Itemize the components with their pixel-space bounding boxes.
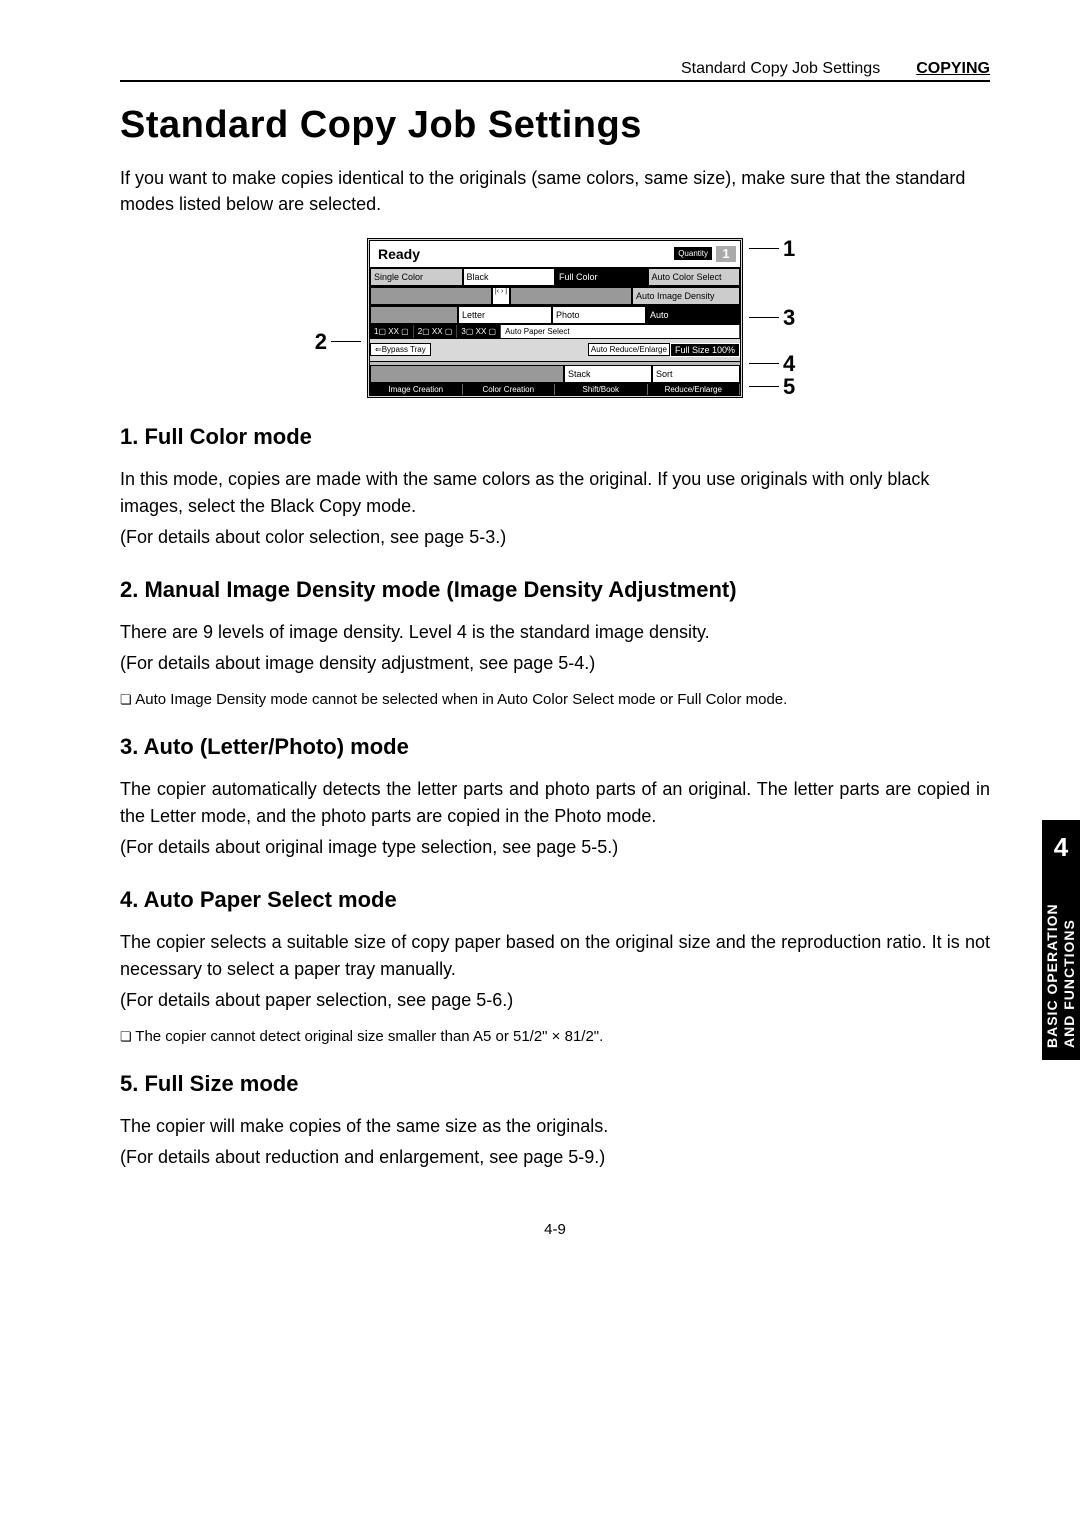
section-2-p2: (For details about image density adjustm… [120,650,990,677]
tab-image-creation[interactable]: Image Creation [370,384,463,395]
thumb-tab-number: 4 [1054,832,1068,863]
type-blank [370,306,458,324]
section-2-heading: 2. Manual Image Density mode (Image Dens… [120,577,990,603]
tab-shift-book[interactable]: Shift/Book [555,384,648,395]
auto-image-density-btn[interactable]: Auto Image Density [632,287,740,305]
thumb-tab-text: BASIC OPERATION AND FUNCTIONS [1044,875,1078,1048]
section-2-note: Auto Image Density mode cannot be select… [120,691,990,708]
section-5-p2: (For details about reduction and enlarge… [120,1144,990,1171]
sort-btn[interactable]: Sort [652,365,740,383]
section-4-p2: (For details about paper selection, see … [120,987,990,1014]
auto-type-btn[interactable]: Auto [646,306,740,324]
page-number: 4-9 [120,1221,990,1238]
thumb-tab: 4 BASIC OPERATION AND FUNCTIONS [1042,820,1080,1060]
section-5-heading: 5. Full Size mode [120,1071,990,1097]
photo-btn[interactable]: Photo [552,306,646,324]
auto-color-select-btn[interactable]: Auto Color Select [648,268,741,286]
page-header: Standard Copy Job Settings COPYING [120,60,990,82]
tab-reduce-enlarge[interactable]: Reduce/Enlarge [648,384,741,395]
bypass-tray-btn[interactable]: ⇐Bypass Tray [370,343,431,356]
quantity-value: 1 [716,246,736,262]
section-3-heading: 3. Auto (Letter/Photo) mode [120,734,990,760]
tray-2[interactable]: 2▢ XX ▢ [414,325,458,338]
full-color-btn[interactable]: Full Color [555,268,648,286]
section-4-note: The copier cannot detect original size s… [120,1028,990,1045]
stack-btn[interactable]: Stack [564,365,652,383]
section-5-p1: The copier will make copies of the same … [120,1113,990,1140]
tab-color-creation[interactable]: Color Creation [463,384,556,395]
tray-1[interactable]: 1▢ XX ▢ [370,325,414,338]
auto-paper-select-btn[interactable]: Auto Paper Select [501,325,740,338]
callout-5: 5 [783,375,795,398]
page-title: Standard Copy Job Settings [120,104,990,147]
intro-text: If you want to make copies identical to … [120,165,990,217]
callout-1: 1 [783,237,795,260]
section-3-p2: (For details about original image type s… [120,834,990,861]
callout-3: 3 [783,306,795,329]
section-4-heading: 4. Auto Paper Select mode [120,887,990,913]
black-btn[interactable]: Black [463,268,556,286]
section-1-heading: 1. Full Color mode [120,424,990,450]
section-2-p1: There are 9 levels of image density. Lev… [120,619,990,646]
section-1-p2: (For details about color selection, see … [120,524,990,551]
section-1-p1: In this mode, copies are made with the s… [120,466,990,520]
quantity-label: Quantity [674,247,712,260]
density-slider[interactable]: |‹ › | [492,287,510,305]
callout-2: 2 [315,329,327,355]
section-4-p1: The copier selects a suitable size of co… [120,929,990,983]
panel-tabs: Image Creation Color Creation Shift/Book… [370,384,740,395]
tray-row: 1▢ XX ▢ 2▢ XX ▢ 3▢ XX ▢ Auto Paper Selec… [370,325,740,339]
header-chapter: COPYING [916,60,990,78]
auto-reduce-enlarge-btn[interactable]: Auto Reduce/Enlarge [588,343,670,356]
tray-3[interactable]: 3▢ XX ▢ [457,325,501,338]
section-3-p1: The copier automatically detects the let… [120,776,990,830]
letter-btn[interactable]: Letter [458,306,552,324]
copier-panel: Ready Quantity 1 Single Color Black Full… [367,238,743,398]
full-size-btn[interactable]: Full Size 100% [670,343,740,357]
callout-4: 4 [783,352,795,375]
ready-label: Ready [370,244,674,264]
single-color-btn[interactable]: Single Color [370,268,463,286]
control-panel-figure: 2 Ready Quantity 1 Single Color Black Fu… [120,237,990,398]
header-section: Standard Copy Job Settings [681,60,880,78]
